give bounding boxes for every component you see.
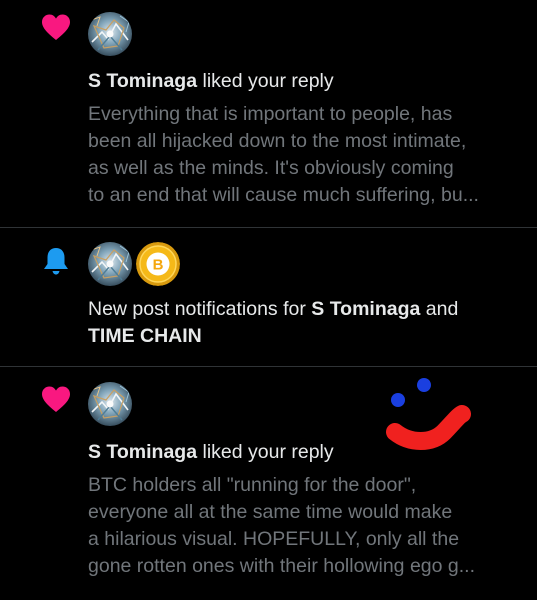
snippet-line: everyone all at the same time would make [88, 501, 453, 523]
avatar-s-tominaga[interactable] [88, 12, 132, 56]
snippet-line: a hilarious visual. HOPEFULLY, only all … [88, 528, 460, 550]
doodle-eye-right [417, 378, 431, 392]
actor-name[interactable]: S Tominaga [88, 70, 197, 92]
snippet-line: BTC holders all "running for the door", [88, 474, 417, 496]
notification-headline: S Tominaga liked your reply [88, 68, 509, 95]
notification-headline-line2: TIME CHAIN [88, 323, 509, 350]
notification-new-posts[interactable]: B New post notifications for S Tominaga … [0, 228, 537, 367]
reply-snippet: BTC holders all "running for the door", … [88, 472, 518, 580]
headline-joiner: and [420, 298, 459, 320]
bell-icon [44, 248, 68, 275]
actor-name[interactable]: TIME CHAIN [88, 325, 202, 347]
reply-snippet: Everything that is important to people, … [88, 101, 518, 209]
smiley-face-doodle [386, 378, 471, 450]
snippet-line: gone rotten ones with their hollowing eg… [88, 555, 476, 577]
avatar-time-chain[interactable]: B [136, 242, 180, 286]
action-text: liked your reply [197, 70, 334, 92]
bitcoin-coin-icon: B [136, 242, 180, 286]
snippet-line: been all hijacked down to the most intim… [88, 130, 467, 152]
action-text: liked your reply [197, 441, 334, 463]
doodle-eye-left [391, 393, 405, 407]
avatar-s-tominaga[interactable] [88, 382, 132, 426]
snippet-line: to an end that will cause much suffering… [88, 184, 479, 206]
heart-icon [42, 14, 70, 40]
notification-like-1[interactable]: S Tominaga liked your reply Everything t… [0, 0, 537, 228]
actor-name[interactable]: S Tominaga [311, 298, 420, 320]
coin-glyph: B [153, 257, 164, 274]
doodle-mouth [386, 405, 471, 450]
snippet-line: Everything that is important to people, … [88, 103, 453, 125]
actor-name[interactable]: S Tominaga [88, 441, 197, 463]
avatar-s-tominaga[interactable] [88, 242, 132, 286]
heart-icon [42, 386, 70, 412]
headline-prefix: New post notifications for [88, 298, 312, 320]
notification-headline: New post notifications for S Tominaga an… [88, 296, 509, 323]
snippet-line: as well as the minds. It's obviously com… [88, 157, 454, 179]
